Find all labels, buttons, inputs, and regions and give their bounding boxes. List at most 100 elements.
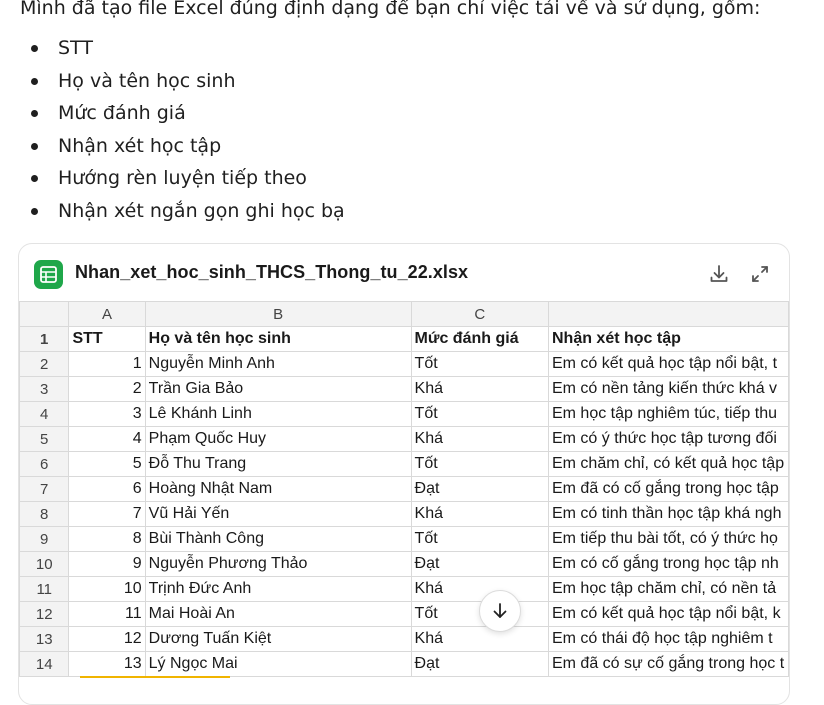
bullet-icon xyxy=(31,142,38,150)
table-cell[interactable]: Em đã có cố gắng trong học tập xyxy=(547,476,789,502)
bullet-icon xyxy=(31,175,38,183)
column-header-d[interactable] xyxy=(547,301,789,327)
table-cell[interactable]: Em học tập chăm chỉ, có nền tả xyxy=(547,576,789,602)
table-cell[interactable]: 12 xyxy=(68,626,146,652)
table-row: 5 4 Phạm Quốc Huy Khá Em có ý thức học tập t… xyxy=(19,426,789,452)
table-cell[interactable]: 8 xyxy=(68,526,146,552)
table-cell[interactable]: Nhận xét học tập xyxy=(547,326,789,352)
table-header-row: 1 STT Họ và tên học sinh Mức đánh giá Nh… xyxy=(19,326,789,352)
table-cell[interactable]: Khá xyxy=(410,376,549,402)
scroll-down-button[interactable] xyxy=(479,590,521,632)
corner-cell[interactable] xyxy=(19,301,70,327)
row-number[interactable]: 8 xyxy=(19,501,70,527)
row-number[interactable]: 4 xyxy=(19,401,70,427)
spreadsheet-icon xyxy=(34,260,63,289)
table-cell[interactable]: Hoàng Nhật Nam xyxy=(144,476,412,502)
table-cell[interactable]: STT xyxy=(68,326,146,352)
column-header-c[interactable]: C xyxy=(410,301,549,327)
table-cell[interactable]: Em có thái độ học tập nghiêm t xyxy=(547,626,789,652)
table-cell[interactable]: Khá xyxy=(410,576,549,602)
table-cell[interactable]: Bùi Thành Công xyxy=(144,526,412,552)
table-cell[interactable]: Nguyễn Phương Thảo xyxy=(144,551,412,577)
table-cell[interactable]: Đạt xyxy=(410,476,549,502)
table-cell[interactable]: 5 xyxy=(68,451,146,477)
table-cell[interactable]: 13 xyxy=(68,651,146,677)
table-cell[interactable]: Lý Ngọc Mai xyxy=(144,651,412,677)
row-number[interactable]: 7 xyxy=(19,476,70,502)
table-cell[interactable]: Dương Tuấn Kiệt xyxy=(144,626,412,652)
row-number[interactable]: 3 xyxy=(19,376,70,402)
bullet-icon xyxy=(31,110,38,118)
table-cell[interactable]: Em có tinh thần học tập khá ngh xyxy=(547,501,789,527)
table-cell[interactable]: Vũ Hải Yến xyxy=(144,501,412,527)
bullet-icon xyxy=(31,207,38,215)
row-number[interactable]: 12 xyxy=(19,601,70,627)
row-number[interactable]: 14 xyxy=(19,651,70,677)
table-cell[interactable]: Trần Gia Bảo xyxy=(144,376,412,402)
row-number[interactable]: 9 xyxy=(19,526,70,552)
table-cell[interactable]: Em có kết quả học tập nổi bật, k xyxy=(547,601,789,627)
file-name[interactable]: Nhan_xet_hoc_sinh_THCS_Thong_tu_22.xlsx xyxy=(75,262,468,283)
table-cell[interactable]: Tốt xyxy=(410,351,549,377)
selection-indicator xyxy=(80,676,230,678)
table-cell[interactable]: Em tiếp thu bài tốt, có ý thức họ xyxy=(547,526,789,552)
column-header-a[interactable]: A xyxy=(68,301,146,327)
table-row: 7 6 Hoàng Nhật Nam Đạt Em đã có cố gắng tron… xyxy=(19,476,789,502)
table-cell[interactable]: Em đã có sự cố gắng trong học t xyxy=(547,651,789,677)
arrow-down-icon xyxy=(493,603,507,618)
table-row: 13 12 Dương Tuấn Kiệt Khá Em có thái độ học … xyxy=(19,626,789,652)
table-cell[interactable]: Tốt xyxy=(410,451,549,477)
table-cell[interactable]: Tốt xyxy=(410,526,549,552)
table-cell[interactable]: Em có kết quả học tập nổi bật, t xyxy=(547,351,789,377)
table-cell[interactable]: Khá xyxy=(410,626,549,652)
table-cell[interactable]: Trịnh Đức Anh xyxy=(144,576,412,602)
row-number[interactable]: 2 xyxy=(19,351,70,377)
table-cell[interactable]: Đạt xyxy=(410,651,549,677)
table-cell[interactable]: Em có ý thức học tập tương đối xyxy=(547,426,789,452)
row-number[interactable]: 10 xyxy=(19,551,70,577)
table-cell[interactable]: Em có nền tảng kiến thức khá v xyxy=(547,376,789,402)
expand-icon[interactable] xyxy=(748,262,772,286)
row-number[interactable]: 6 xyxy=(19,451,70,477)
file-preview-card: Nhan_xet_hoc_sinh_THCS_Thong_tu_22.xlsx … xyxy=(18,243,790,705)
table-cell[interactable]: Mức đánh giá xyxy=(410,326,549,352)
table-row: 8 7 Vũ Hải Yến Khá Em có tinh thần học tập k… xyxy=(19,501,789,527)
table-cell[interactable]: Đỗ Thu Trang xyxy=(144,451,412,477)
row-number[interactable]: 5 xyxy=(19,426,70,452)
spreadsheet-grid[interactable]: A B C 1 STT Họ và tên học sinh Mức đánh … xyxy=(19,301,789,677)
table-cell[interactable]: 1 xyxy=(68,351,146,377)
table-cell[interactable]: 9 xyxy=(68,551,146,577)
row-number[interactable]: 13 xyxy=(19,626,70,652)
table-cell[interactable]: Họ và tên học sinh xyxy=(144,326,412,352)
column-header-row: A B C xyxy=(19,301,789,327)
table-cell[interactable]: Nguyễn Minh Anh xyxy=(144,351,412,377)
table-cell[interactable]: Khá xyxy=(410,426,549,452)
table-row: 10 9 Nguyễn Phương Thảo Đạt Em có cố gắng tr… xyxy=(19,551,789,577)
table-cell[interactable]: 7 xyxy=(68,501,146,527)
table-cell[interactable]: Em học tập nghiêm túc, tiếp thu xyxy=(547,401,789,427)
table-cell[interactable]: 3 xyxy=(68,401,146,427)
table-cell[interactable]: Lê Khánh Linh xyxy=(144,401,412,427)
table-cell[interactable]: 10 xyxy=(68,576,146,602)
table-row: 6 5 Đỗ Thu Trang Tốt Em chăm chỉ, có kết quả… xyxy=(19,451,789,477)
column-header-b[interactable]: B xyxy=(144,301,412,327)
table-cell[interactable]: 4 xyxy=(68,426,146,452)
table-cell[interactable]: Em chăm chỉ, có kết quả học tập xyxy=(547,451,789,477)
table-row: 4 3 Lê Khánh Linh Tốt Em học tập nghiêm túc,… xyxy=(19,401,789,427)
download-icon[interactable] xyxy=(707,262,731,286)
table-cell[interactable]: 6 xyxy=(68,476,146,502)
table-cell[interactable]: Đạt xyxy=(410,551,549,577)
table-row: 11 10 Trịnh Đức Anh Khá Em học tập chăm chỉ,… xyxy=(19,576,789,602)
table-row: 9 8 Bùi Thành Công Tốt Em tiếp thu bài tốt, … xyxy=(19,526,789,552)
table-cell[interactable]: Phạm Quốc Huy xyxy=(144,426,412,452)
table-cell[interactable]: Em có cố gắng trong học tập nh xyxy=(547,551,789,577)
table-cell[interactable]: 2 xyxy=(68,376,146,402)
table-cell[interactable]: Mai Hoài An xyxy=(144,601,412,627)
table-row: 3 2 Trần Gia Bảo Khá Em có nền tảng kiến thứ… xyxy=(19,376,789,402)
table-cell[interactable]: Tốt xyxy=(410,401,549,427)
row-number[interactable]: 11 xyxy=(19,576,70,602)
bullet-icon xyxy=(31,45,38,52)
table-cell[interactable]: Khá xyxy=(410,501,549,527)
table-cell[interactable]: 11 xyxy=(68,601,146,627)
row-number[interactable]: 1 xyxy=(19,326,70,352)
